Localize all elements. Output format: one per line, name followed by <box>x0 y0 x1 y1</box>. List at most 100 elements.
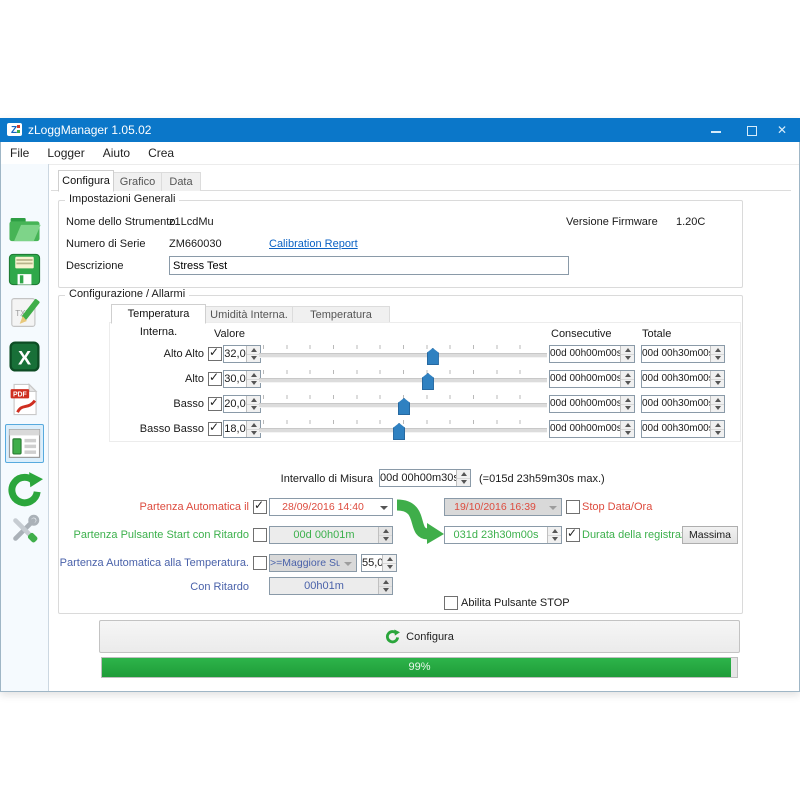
tab-temperatura-interna[interactable]: Temperatura Interna. <box>111 304 206 324</box>
consecutive-time-spinner[interactable]: 00d 00h00m00s <box>549 420 635 438</box>
slider-track[interactable] <box>259 353 547 358</box>
total-time-spinner[interactable]: 00d 00h30m00s <box>641 420 725 438</box>
alarm-threshold-slider[interactable] <box>259 394 547 414</box>
massima-button[interactable]: Massima <box>682 526 738 544</box>
total-time-spinner[interactable]: 00d 00h30m00s <box>641 345 725 363</box>
menu-bar: File Logger Aiuto Crea <box>1 142 799 165</box>
menu-file[interactable]: File <box>1 142 38 164</box>
alarm-row: Alto 30,0 00d 00h00m00s 00d 00h30m00s <box>1 369 799 389</box>
tools-button[interactable] <box>6 511 43 548</box>
recording-duration-checkbox[interactable] <box>566 528 580 542</box>
alarm-label: Basso Basso <box>101 421 204 437</box>
measure-interval-spinner[interactable]: 00d 00h00m30s <box>379 469 471 487</box>
spin-buttons <box>378 578 392 594</box>
auto-start-checkbox[interactable] <box>253 500 267 514</box>
tools-icon <box>6 511 43 548</box>
auto-start-datetime-dropdown[interactable]: 28/09/2016 14:40 <box>269 498 393 516</box>
spin-buttons[interactable] <box>710 346 724 362</box>
screenshot-root: Z zLoggManager 1.05.02 ✕ File Logger Aiu… <box>0 0 800 800</box>
chevron-down-icon <box>380 506 388 510</box>
open-file-button[interactable] <box>6 211 43 248</box>
configura-button[interactable]: Configura <box>99 620 740 653</box>
stop-datetime-checkbox[interactable] <box>566 500 580 514</box>
menu-logger[interactable]: Logger <box>38 142 93 164</box>
export-txt-button[interactable]: TXT <box>6 294 43 331</box>
title-bar[interactable]: Z zLoggManager 1.05.02 ✕ <box>0 118 800 142</box>
temp-value-spinner[interactable]: 55,0 <box>361 554 397 572</box>
save-button[interactable] <box>6 251 43 288</box>
tab-temperatura-esterna[interactable]: Temperatura Esterna. <box>292 306 390 323</box>
alarm-enabled-checkbox[interactable] <box>208 397 222 411</box>
measure-interval-max-note: (=015d 23h59m30s max.) <box>479 471 605 487</box>
menu-aiuto[interactable]: Aiuto <box>94 142 139 164</box>
alarm-enabled-checkbox[interactable] <box>208 372 222 386</box>
chevron-down-icon <box>344 562 352 566</box>
spin-buttons[interactable] <box>710 371 724 387</box>
alarm-value-spinner[interactable]: 30,0 <box>223 370 261 388</box>
slider-ticks <box>263 395 543 399</box>
alarm-threshold-slider[interactable] <box>259 344 547 364</box>
consecutive-time-spinner[interactable]: 00d 00h00m00s <box>549 345 635 363</box>
serial-value: ZM660030 <box>169 236 222 252</box>
spin-buttons[interactable] <box>547 527 561 543</box>
delay-label: Con Ritardo <box>59 579 249 595</box>
instrument-name-value: z1LcdMu <box>169 214 214 230</box>
maximize-button[interactable] <box>736 118 768 142</box>
spin-buttons[interactable] <box>710 396 724 412</box>
spin-buttons[interactable] <box>246 371 260 387</box>
stop-datetime-dropdown: 19/10/2016 16:39 <box>444 498 562 516</box>
refresh-icon <box>385 629 400 644</box>
slider-thumb[interactable] <box>427 348 439 365</box>
slider-thumb[interactable] <box>393 423 405 440</box>
instrument-name-label: Nome dello Strumento <box>66 214 175 230</box>
alarm-value-spinner[interactable]: 32,0 <box>223 345 261 363</box>
tab-configura[interactable]: Configura <box>58 170 114 192</box>
spin-buttons[interactable] <box>246 421 260 437</box>
spin-buttons[interactable] <box>382 555 396 571</box>
alarm-value-spinner[interactable]: 20,0 <box>223 395 261 413</box>
slider-thumb[interactable] <box>422 373 434 390</box>
spin-buttons[interactable] <box>620 421 634 437</box>
minimize-button[interactable] <box>700 118 732 142</box>
alarm-value-spinner[interactable]: 18,0 <box>223 420 261 438</box>
menu-crea[interactable]: Crea <box>139 142 183 164</box>
recording-duration-spinner[interactable]: 031d 23h30m00s <box>444 526 562 544</box>
slider-thumb[interactable] <box>398 398 410 415</box>
button-start-checkbox[interactable] <box>253 528 267 542</box>
temp-start-checkbox[interactable] <box>253 556 267 570</box>
tab-grafico[interactable]: Grafico <box>113 172 162 191</box>
total-time-spinner[interactable]: 00d 00h30m00s <box>641 370 725 388</box>
spin-buttons[interactable] <box>710 421 724 437</box>
serial-label: Numero di Serie <box>66 236 145 252</box>
description-input[interactable] <box>169 256 569 275</box>
consecutive-time-spinner[interactable]: 00d 00h00m00s <box>549 370 635 388</box>
spin-buttons[interactable] <box>246 396 260 412</box>
enable-stop-button-label: Abilita Pulsante STOP <box>461 595 570 611</box>
spin-buttons[interactable] <box>620 396 634 412</box>
duration-arrow-icon <box>395 498 445 544</box>
calibration-report-link[interactable]: Calibration Report <box>269 236 358 252</box>
enable-stop-button-checkbox[interactable] <box>444 596 458 610</box>
spin-buttons[interactable] <box>620 371 634 387</box>
tab-data[interactable]: Data <box>161 172 201 191</box>
alarm-threshold-slider[interactable] <box>259 369 547 389</box>
save-floppy-icon <box>6 251 43 288</box>
total-time-spinner[interactable]: 00d 00h30m00s <box>641 395 725 413</box>
spin-buttons[interactable] <box>620 346 634 362</box>
consecutive-time-spinner[interactable]: 00d 00h00m00s <box>549 395 635 413</box>
alarm-enabled-checkbox[interactable] <box>208 347 222 361</box>
alarm-enabled-checkbox[interactable] <box>208 422 222 436</box>
spin-buttons[interactable] <box>246 346 260 362</box>
tab-umidita-interna[interactable]: Umidità Interna. <box>205 306 293 323</box>
auto-start-label: Partenza Automatica il <box>59 499 249 515</box>
spin-buttons[interactable] <box>456 470 470 486</box>
firmware-value: 1.20C <box>676 214 705 230</box>
slider-track[interactable] <box>259 378 547 383</box>
maximize-icon <box>747 126 757 136</box>
refresh-button[interactable] <box>6 471 43 508</box>
firmware-label: Versione Firmware <box>566 214 658 230</box>
minimize-icon <box>711 131 721 133</box>
configura-button-label: Configura <box>406 631 454 643</box>
alarm-threshold-slider[interactable] <box>259 419 547 439</box>
close-button[interactable]: ✕ <box>766 118 798 142</box>
